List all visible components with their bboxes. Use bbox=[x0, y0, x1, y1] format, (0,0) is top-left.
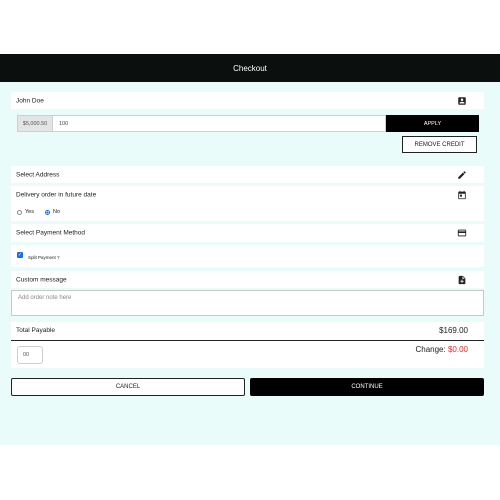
payment-method-label: Select Payment Method bbox=[16, 229, 86, 237]
delivery-no-radio[interactable] bbox=[44, 209, 50, 215]
credit-available: $5,000.50 bbox=[17, 115, 52, 132]
credit-amount-input[interactable]: 100 bbox=[52, 115, 386, 132]
select-address-label: Select Address bbox=[16, 171, 60, 178]
calendar-icon[interactable] bbox=[456, 189, 468, 201]
delivery-yes-label: Yes bbox=[25, 209, 34, 215]
delivery-row: Delivery order in future date bbox=[11, 186, 484, 221]
total-payable-value: $169.00 bbox=[439, 326, 468, 335]
delivery-options: Yes No bbox=[17, 209, 60, 215]
custom-message-row: Custom message bbox=[11, 271, 484, 288]
customer-name: John Doe bbox=[16, 97, 44, 104]
custom-message-label: Custom message bbox=[16, 276, 67, 283]
change-row bbox=[11, 341, 484, 368]
pencil-icon[interactable] bbox=[456, 169, 468, 181]
remove-credit-button[interactable]: REMOVE CREDIT bbox=[402, 136, 477, 153]
delivery-no-label: No bbox=[52, 209, 61, 215]
delivery-yes-radio[interactable] bbox=[17, 209, 22, 215]
split-payment-row bbox=[11, 245, 484, 267]
note-add-icon[interactable] bbox=[456, 274, 468, 286]
select-address-row[interactable]: Select Address bbox=[11, 166, 484, 183]
total-row bbox=[11, 322, 484, 340]
order-note-textarea[interactable]: Add order note here bbox=[11, 290, 484, 316]
payment-method-row[interactable]: Select Payment Method bbox=[11, 224, 484, 242]
change-display: Change: $0.00 bbox=[415, 345, 468, 354]
checkout-header: Checkout bbox=[0, 54, 500, 82]
total-payable-label: Total Payable bbox=[16, 327, 56, 334]
credit-card-icon[interactable] bbox=[456, 227, 468, 239]
continue-button[interactable]: CONTINUE bbox=[250, 378, 484, 396]
tendered-amount-input[interactable]: 00 bbox=[17, 346, 43, 364]
delivery-label: Delivery order in future date bbox=[16, 191, 97, 199]
split-payment-checkbox[interactable]: ✓ bbox=[17, 252, 23, 258]
account-box-icon[interactable] bbox=[456, 95, 468, 107]
customer-row[interactable]: John Doe bbox=[11, 92, 484, 109]
apply-credit-button[interactable]: APPLY bbox=[386, 115, 479, 132]
page-title: Checkout bbox=[233, 63, 267, 73]
split-payment-label: Split Payment ? bbox=[28, 255, 60, 260]
change-value: $0.00 bbox=[447, 345, 468, 354]
change-label: Change: bbox=[415, 345, 446, 354]
cancel-button[interactable]: CANCEL bbox=[11, 378, 245, 396]
